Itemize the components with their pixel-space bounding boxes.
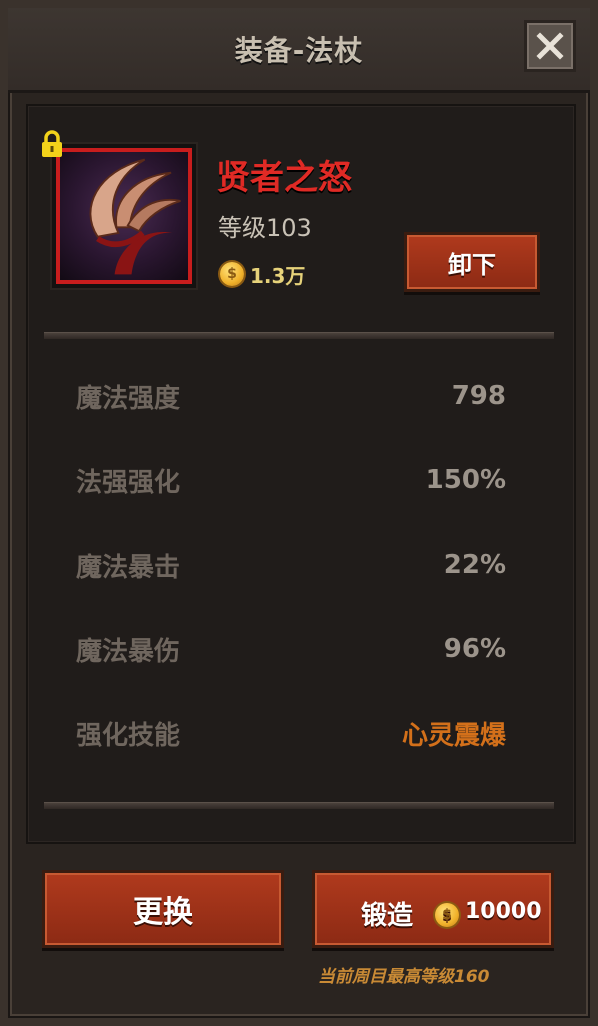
close-button[interactable] [524, 20, 576, 72]
staff-icon [89, 158, 181, 275]
stat-row-magic-crit-damage: 魔法暴伤 96% [76, 629, 506, 669]
max-level-note: 当前周目最高等级160 [318, 967, 490, 987]
stat-row-magic-crit: 魔法暴击 22% [76, 545, 506, 585]
stat-label: 魔法暴击 [76, 552, 181, 583]
title-bar: 装备-法杖 [8, 8, 590, 93]
unequip-button[interactable]: 卸下 [404, 232, 540, 292]
forge-label: 锻造 [361, 901, 414, 931]
stat-value: 96% [443, 634, 506, 664]
item-level: 等级103 [218, 214, 312, 242]
stat-label: 法强强化 [76, 467, 181, 498]
coin-icon: $ [435, 903, 459, 927]
forge-button[interactable]: 锻造 $ 10000 [312, 870, 554, 948]
item-slot[interactable] [50, 142, 198, 290]
staff-item-icon [56, 148, 192, 284]
item-name: 贤者之怒 [216, 158, 352, 198]
stat-row-magic-enhance: 法强强化 150% [76, 460, 506, 500]
stat-value: 150% [425, 465, 506, 495]
stat-label: 魔法强度 [76, 383, 181, 414]
coin-icon: $ [220, 262, 244, 286]
stat-row-magic-power: 魔法强度 798 [76, 376, 506, 416]
forge-cost: 10000 [465, 899, 542, 924]
skill-name[interactable]: 心灵震爆 [402, 715, 506, 752]
change-button[interactable]: 更换 [42, 870, 284, 948]
stat-label: 强化技能 [76, 720, 181, 751]
stat-label: 魔法暴伤 [76, 636, 181, 667]
lock-icon [42, 130, 62, 157]
close-icon [536, 32, 564, 60]
item-price: 1.3万 [250, 264, 306, 288]
divider-top [44, 332, 554, 339]
dialog-title: 装备-法杖 [234, 34, 364, 67]
stat-row-enhance-skill: 强化技能 心灵震爆 [76, 713, 506, 753]
stat-value: 798 [451, 381, 506, 411]
divider-bottom [44, 802, 554, 809]
stat-value: 22% [443, 550, 506, 580]
